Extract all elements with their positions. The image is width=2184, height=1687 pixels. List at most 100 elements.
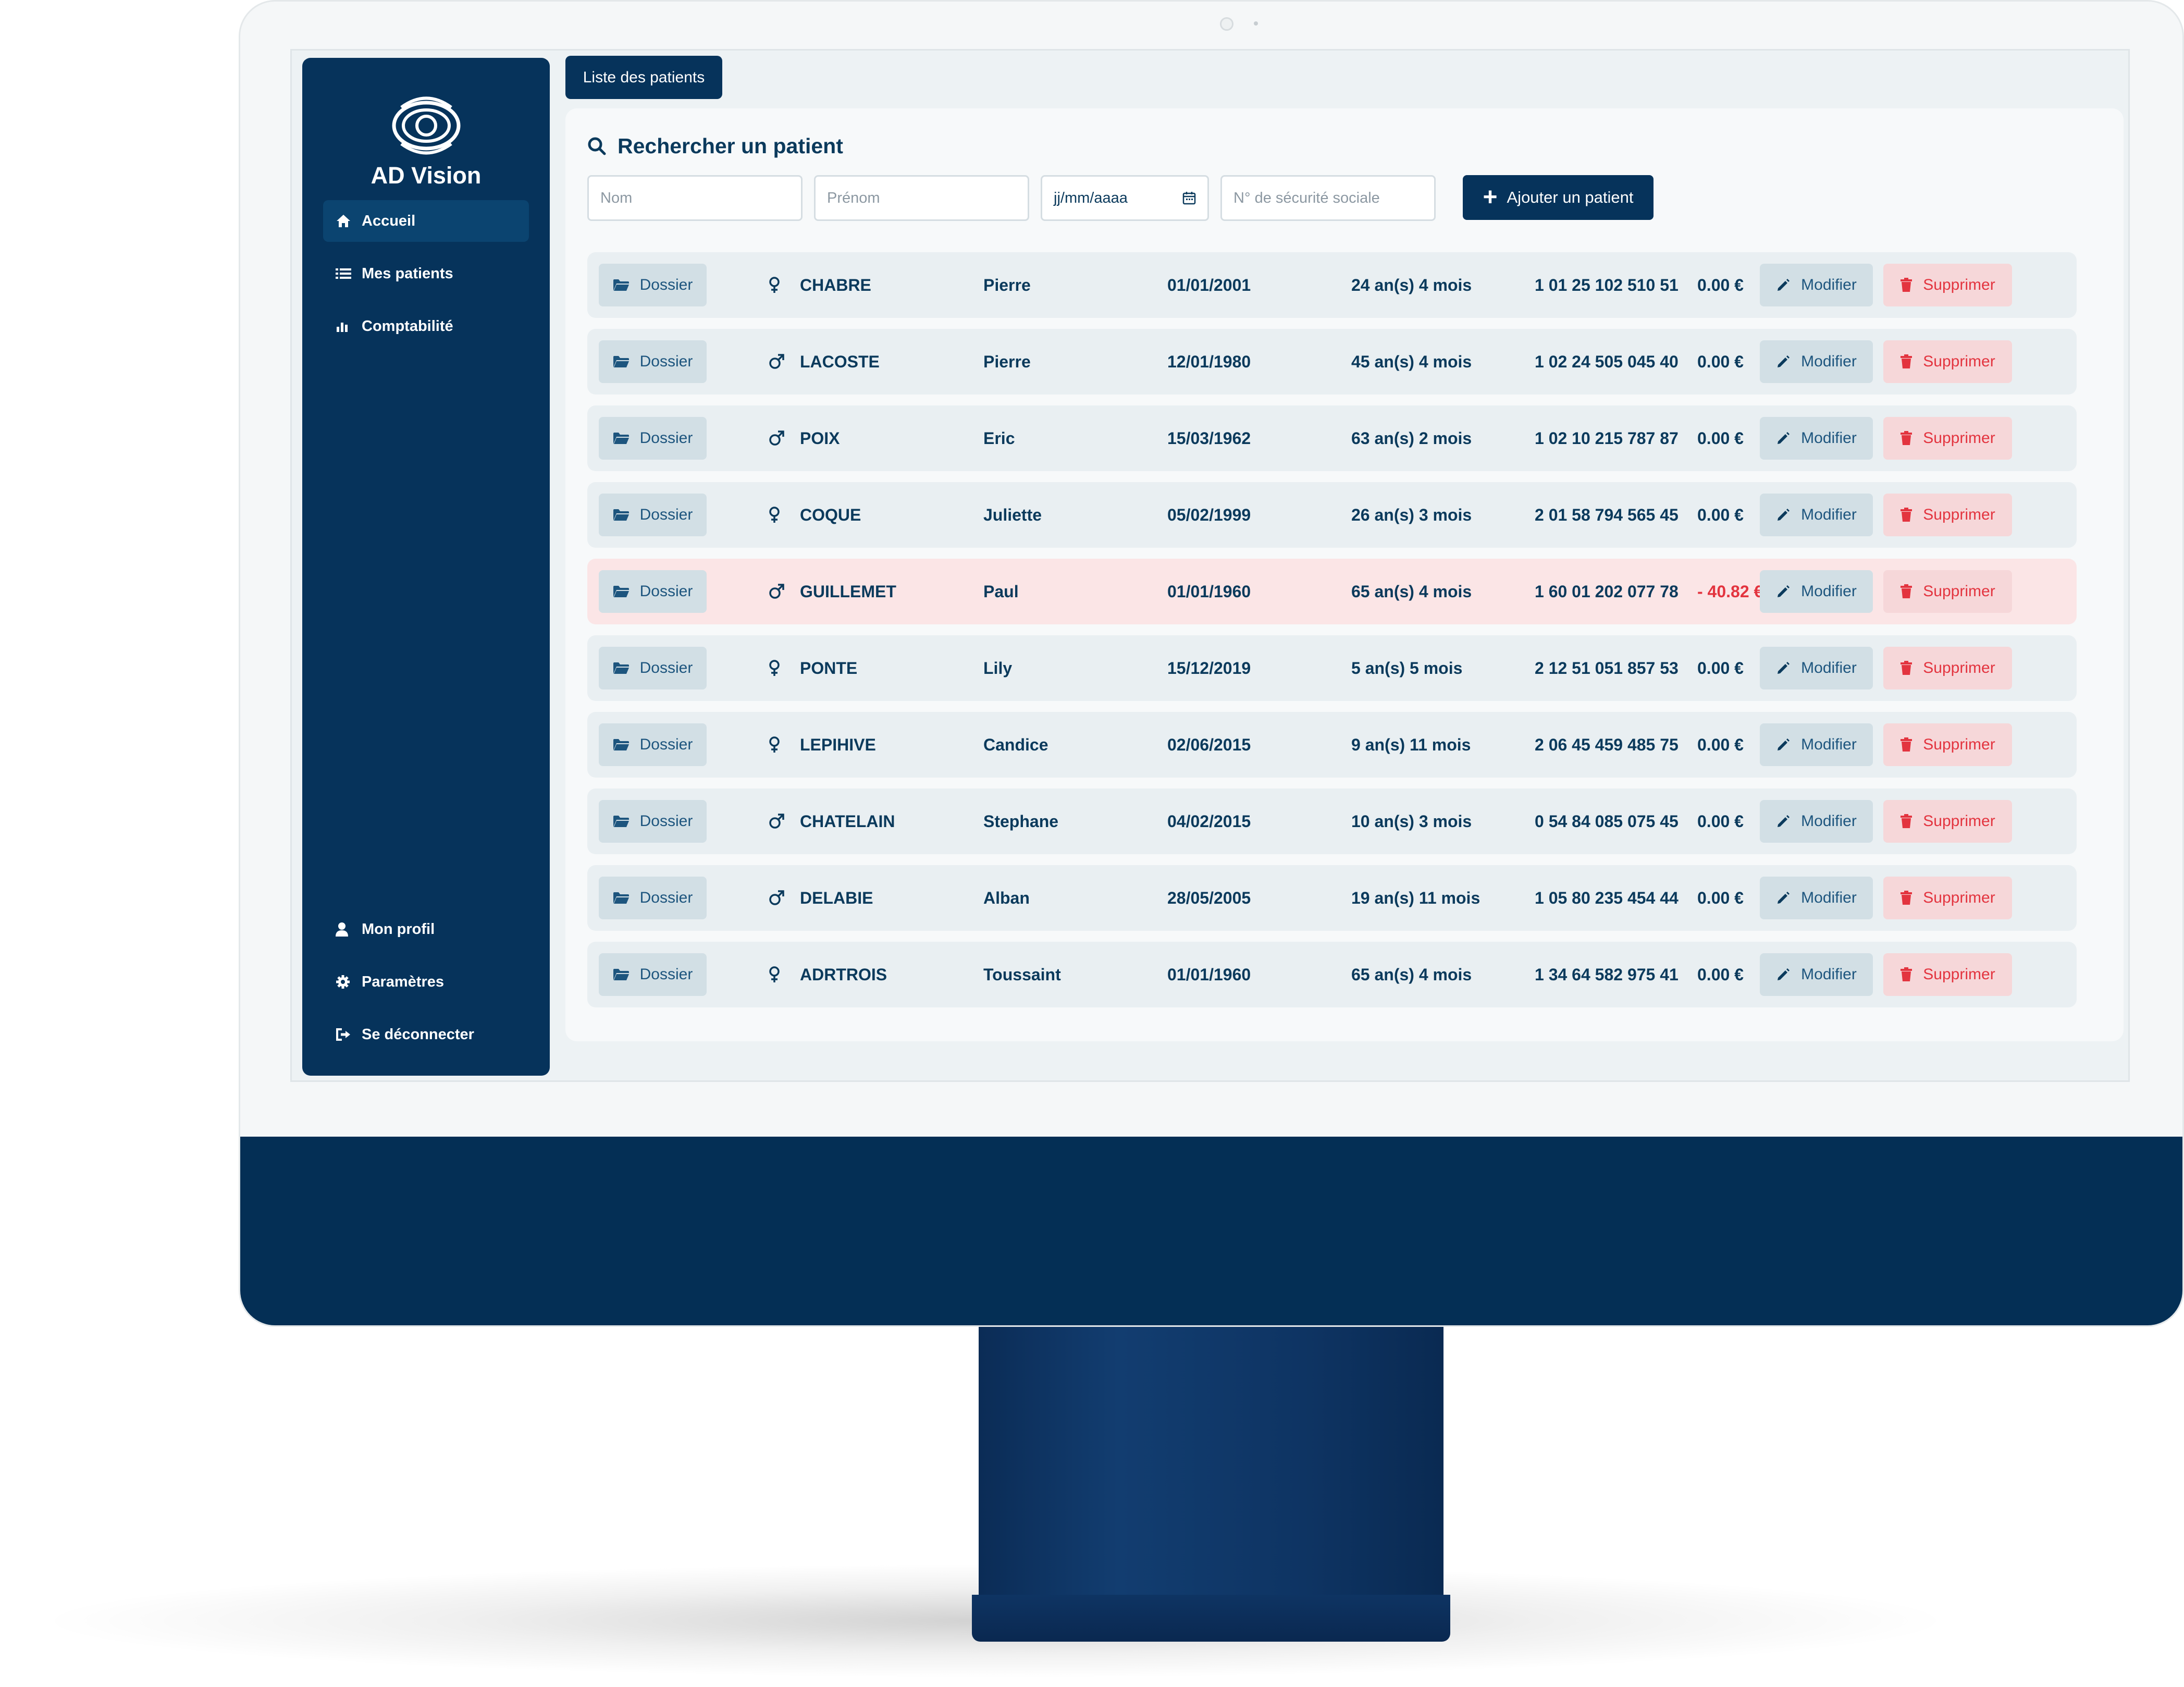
monitor-stand <box>979 1324 1443 1605</box>
secu-field[interactable] <box>1220 175 1436 221</box>
patient-nom: ADRTROIS <box>800 965 887 984</box>
patient-nom: CHATELAIN <box>800 811 895 831</box>
modifier-button[interactable]: Modifier <box>1760 953 1873 996</box>
calendar-icon[interactable] <box>1182 191 1196 205</box>
pencil-icon <box>1778 662 1790 674</box>
patient-solde: 0.00 € <box>1697 965 1744 984</box>
patient-age: 65 an(s) 4 mois <box>1351 582 1472 601</box>
patient-prenom: Alban <box>983 888 1030 907</box>
nav-label: Mes patients <box>362 265 453 282</box>
prenom-input[interactable] <box>827 189 1016 207</box>
patient-secu: 1 02 10 215 787 87 <box>1535 428 1679 448</box>
male-icon <box>769 354 784 369</box>
nav-label: Se déconnecter <box>362 1026 474 1043</box>
dossier-button[interactable]: Dossier <box>599 494 707 536</box>
folder-icon <box>613 662 629 674</box>
monitor-chin <box>240 1137 2182 1325</box>
dossier-button[interactable]: Dossier <box>599 953 707 996</box>
modifier-button[interactable]: Modifier <box>1760 723 1873 766</box>
trash-icon <box>1901 354 1912 368</box>
patient-naissance: 02/06/2015 <box>1167 735 1251 754</box>
pencil-icon <box>1778 968 1790 980</box>
folder-icon <box>613 816 629 827</box>
modifier-label: Modifier <box>1801 736 1857 753</box>
patient-nom: DELABIE <box>800 888 873 907</box>
prenom-field[interactable] <box>814 175 1029 221</box>
supprimer-label: Supprimer <box>1923 276 1995 293</box>
dossier-button[interactable]: Dossier <box>599 800 707 843</box>
modifier-button[interactable]: Modifier <box>1760 877 1873 919</box>
modifier-label: Modifier <box>1801 276 1857 293</box>
nav-mon-profil[interactable]: Mon profil <box>323 908 529 950</box>
gender-symbol <box>769 712 780 778</box>
dossier-button[interactable]: Dossier <box>599 417 707 460</box>
logout-icon <box>336 1026 356 1043</box>
supprimer-button[interactable]: Supprimer <box>1883 570 2012 613</box>
supprimer-button[interactable]: Supprimer <box>1883 877 2012 919</box>
supprimer-button[interactable]: Supprimer <box>1883 494 2012 536</box>
supprimer-label: Supprimer <box>1923 889 1995 906</box>
dossier-button[interactable]: Dossier <box>599 723 707 766</box>
patient-row: Dossier ADRTROIS Toussaint 01/01/1960 65 an(… <box>587 942 2077 1007</box>
patient-secu: 2 01 58 794 565 45 <box>1535 505 1679 524</box>
dossier-label: Dossier <box>639 966 693 983</box>
patient-row: Dossier PONTE Lily 15/12/2019 5 an(s) 5 mois… <box>587 635 2077 701</box>
dossier-label: Dossier <box>639 812 693 830</box>
sidebar: AD Vision Accueil Mes patients Comptabil… <box>302 58 550 1076</box>
pencil-icon <box>1778 432 1790 444</box>
nav-comptabilite[interactable]: Comptabilité <box>323 305 529 347</box>
patient-row: Dossier LEPIHIVE Candice 02/06/2015 9 an(s) … <box>587 712 2077 778</box>
add-patient-label: Ajouter un patient <box>1507 188 1634 206</box>
patient-age: 26 an(s) 3 mois <box>1351 505 1472 524</box>
supprimer-label: Supprimer <box>1923 659 1995 676</box>
pencil-icon <box>1778 279 1790 291</box>
nav-se-deconnecter[interactable]: Se déconnecter <box>323 1014 529 1055</box>
modifier-button[interactable]: Modifier <box>1760 340 1873 383</box>
patient-row: Dossier LACOSTE Pierre 12/01/1980 45 an(s) 4… <box>587 329 2077 395</box>
add-patient-button[interactable]: + Ajouter un patient <box>1463 175 1654 220</box>
patient-naissance: 05/02/1999 <box>1167 505 1251 524</box>
supprimer-button[interactable]: Supprimer <box>1883 723 2012 766</box>
patient-row: Dossier CHABRE Pierre 01/01/2001 24 an(s) 4 … <box>587 252 2077 318</box>
nav-mes-patients[interactable]: Mes patients <box>323 253 529 294</box>
modifier-label: Modifier <box>1801 429 1857 447</box>
supprimer-button[interactable]: Supprimer <box>1883 647 2012 689</box>
patient-age: 45 an(s) 4 mois <box>1351 352 1472 371</box>
supprimer-button[interactable]: Supprimer <box>1883 417 2012 460</box>
patient-secu: 1 02 24 505 045 40 <box>1535 352 1679 371</box>
home-icon <box>336 213 356 229</box>
supprimer-button[interactable]: Supprimer <box>1883 953 2012 996</box>
secu-input[interactable] <box>1233 189 1423 207</box>
patient-secu: 1 05 80 235 454 44 <box>1535 888 1679 907</box>
gender-symbol <box>769 635 780 701</box>
tab-liste-des-patients[interactable]: Liste des patients <box>565 56 722 99</box>
dossier-button[interactable]: Dossier <box>599 877 707 919</box>
nav-label: Accueil <box>362 212 416 229</box>
dossier-button[interactable]: Dossier <box>599 570 707 613</box>
supprimer-button[interactable]: Supprimer <box>1883 340 2012 383</box>
supprimer-button[interactable]: Supprimer <box>1883 800 2012 843</box>
modifier-button[interactable]: Modifier <box>1760 417 1873 460</box>
trash-icon <box>1901 431 1912 445</box>
date-placeholder: jj/mm/aaaa <box>1054 189 1128 206</box>
modifier-button[interactable]: Modifier <box>1760 570 1873 613</box>
modifier-button[interactable]: Modifier <box>1760 494 1873 536</box>
dossier-button[interactable]: Dossier <box>599 647 707 689</box>
modifier-button[interactable]: Modifier <box>1760 264 1873 306</box>
modifier-button[interactable]: Modifier <box>1760 647 1873 689</box>
patient-row: Dossier CHATELAIN Stephane 04/02/2015 10 an(… <box>587 789 2077 854</box>
patient-prenom: Toussaint <box>983 965 1061 984</box>
nom-input[interactable] <box>600 189 789 207</box>
patient-solde: 0.00 € <box>1697 275 1744 294</box>
nav-parametres[interactable]: Paramètres <box>323 961 529 1003</box>
patient-secu: 2 06 45 459 485 75 <box>1535 735 1679 754</box>
patient-age: 63 an(s) 2 mois <box>1351 428 1472 448</box>
dossier-button[interactable]: Dossier <box>599 340 707 383</box>
supprimer-button[interactable]: Supprimer <box>1883 264 2012 306</box>
modifier-button[interactable]: Modifier <box>1760 800 1873 843</box>
nom-field[interactable] <box>587 175 803 221</box>
patient-prenom: Stephane <box>983 811 1059 831</box>
nav-accueil[interactable]: Accueil <box>323 200 529 242</box>
dossier-button[interactable]: Dossier <box>599 264 707 306</box>
date-naissance-field[interactable]: jj/mm/aaaa <box>1041 175 1209 221</box>
